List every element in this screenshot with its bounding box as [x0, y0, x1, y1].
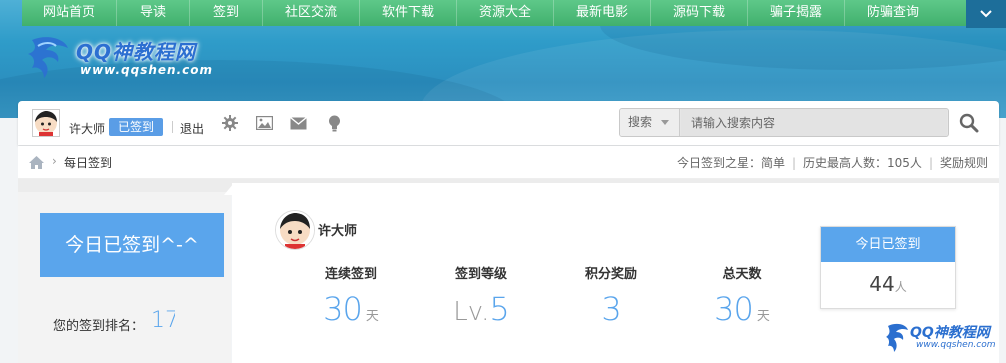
- total-days-value: 30: [714, 290, 754, 328]
- breadcrumb: › 每日签到 今日签到之星：简单 | 历史最高人数：105人 | 奖励规则: [18, 146, 999, 179]
- logout-link[interactable]: 退出: [180, 120, 204, 137]
- nav-item-source[interactable]: 源码下载: [651, 0, 747, 26]
- stat-label: 总天数: [722, 267, 762, 282]
- today-star-label: 今日签到之星：: [676, 156, 761, 170]
- nav-expand-button[interactable]: [966, 0, 1006, 28]
- watermark-brand-text: QQ神教程网: [910, 325, 990, 341]
- rank-label: 您的签到排名：: [53, 319, 145, 334]
- top-navigation: 网站首页 导读 签到 社区交流 软件下载 资源大全 最新电影 源码下载 骗子揭露…: [22, 0, 966, 26]
- avatar[interactable]: [32, 109, 60, 137]
- stat-label: 积分奖励: [584, 267, 637, 282]
- user-avatar-icon: [35, 111, 57, 136]
- nav-item-scams[interactable]: 骗子揭露: [748, 0, 844, 26]
- nav-item-movies[interactable]: 最新电影: [554, 0, 650, 26]
- search-input[interactable]: [681, 109, 947, 136]
- chevron-down-icon: [980, 10, 992, 18]
- nav-item-community[interactable]: 社区交流: [263, 0, 359, 26]
- search-scope-label: 搜索: [628, 115, 653, 129]
- search-scope-select[interactable]: 搜索: [620, 109, 680, 136]
- dragon-logo-icon: [28, 37, 68, 78]
- profile-username[interactable]: 许大师: [318, 220, 357, 239]
- stat-total-days: 总天数 30 天: [677, 263, 807, 328]
- level-value: 5: [489, 290, 509, 328]
- level-prefix: Lv.: [453, 297, 490, 327]
- stat-value: Lv.5: [416, 290, 546, 328]
- user-avatar-icon: [276, 211, 314, 249]
- nav-item-anti-fraud[interactable]: 防骗查询: [845, 0, 941, 26]
- nav-item-guide[interactable]: 导读: [117, 0, 189, 26]
- dragon-logo-icon: [886, 323, 908, 352]
- image-icon: [255, 116, 273, 130]
- toolbar-username[interactable]: 许大师: [69, 120, 105, 137]
- search-box: 搜索: [619, 108, 949, 137]
- stat-value: 3: [546, 290, 676, 328]
- album-button[interactable]: [255, 114, 273, 132]
- stat-level: 签到等级 Lv.5: [416, 263, 546, 328]
- stat-unit: 天: [756, 309, 770, 324]
- nav-item-home[interactable]: 网站首页: [22, 0, 116, 26]
- avatar[interactable]: [275, 210, 315, 250]
- breadcrumb-separator: ›: [52, 154, 57, 168]
- summary-divider: |: [791, 156, 797, 170]
- reminder-button[interactable]: [325, 114, 343, 132]
- stat-value: 30 天: [677, 290, 807, 328]
- today-signed-unit: 人: [894, 280, 907, 294]
- summary-divider: |: [928, 156, 933, 170]
- panel-notch: [224, 183, 234, 195]
- toolbar-divider: [172, 121, 173, 133]
- nav-item-signin[interactable]: 签到: [190, 0, 262, 26]
- today-signed-count: 44: [869, 272, 895, 296]
- user-toolbar: 许大师 已签到 退出 搜索: [18, 101, 999, 145]
- stat-unit: 天: [365, 309, 379, 324]
- record-value: 105人: [887, 156, 922, 170]
- breadcrumb-current: 每日签到: [64, 156, 113, 170]
- record-label: 历史最高人数：: [803, 156, 888, 170]
- today-star-name[interactable]: 简单: [761, 156, 785, 170]
- streak-days-value: 30: [323, 290, 363, 328]
- stat-label: 签到等级: [454, 267, 507, 282]
- caret-down-icon: [660, 120, 669, 125]
- signed-status-badge[interactable]: 已签到: [109, 118, 163, 136]
- stat-points: 积分奖励 3: [546, 263, 676, 328]
- rules-link[interactable]: 奖励规则: [940, 156, 988, 170]
- lightbulb-icon: [328, 115, 340, 131]
- logo-url-text: www.qqshen.com: [80, 63, 214, 77]
- nav-item-software[interactable]: 软件下载: [360, 0, 456, 26]
- rank-value: 178: [151, 308, 175, 333]
- nav-item-resources[interactable]: 资源大全: [457, 0, 553, 26]
- settings-button[interactable]: [221, 114, 239, 132]
- search-icon: [959, 113, 979, 133]
- today-signed-body: 44人: [821, 262, 955, 296]
- stat-value: 30 天: [286, 290, 416, 328]
- search-button[interactable]: [957, 111, 981, 135]
- today-signed-title: 今日已签到: [821, 227, 955, 262]
- today-signed-card: 今日已签到 44人: [820, 226, 956, 309]
- stat-label: 连续签到: [324, 267, 377, 282]
- stat-streak: 连续签到 30 天: [286, 263, 416, 328]
- signed-today-button[interactable]: 今日已签到^-^: [40, 213, 224, 277]
- sign-summary: 今日签到之星：简单 | 历史最高人数：105人 | 奖励规则: [677, 154, 988, 171]
- points-value: 3: [601, 290, 621, 328]
- watermark: QQ神教程网 www.qqshen.com: [884, 320, 996, 360]
- site-logo[interactable]: QQ神教程网 www.qqshen.com: [24, 32, 224, 82]
- home-link[interactable]: [29, 154, 44, 173]
- logo-brand-text: QQ神教程网: [76, 40, 197, 64]
- home-icon: [29, 156, 44, 169]
- watermark-url-text: www.qqshen.com: [916, 340, 996, 350]
- message-button[interactable]: [289, 114, 307, 132]
- mail-icon: [289, 116, 307, 129]
- gear-icon: [222, 115, 238, 131]
